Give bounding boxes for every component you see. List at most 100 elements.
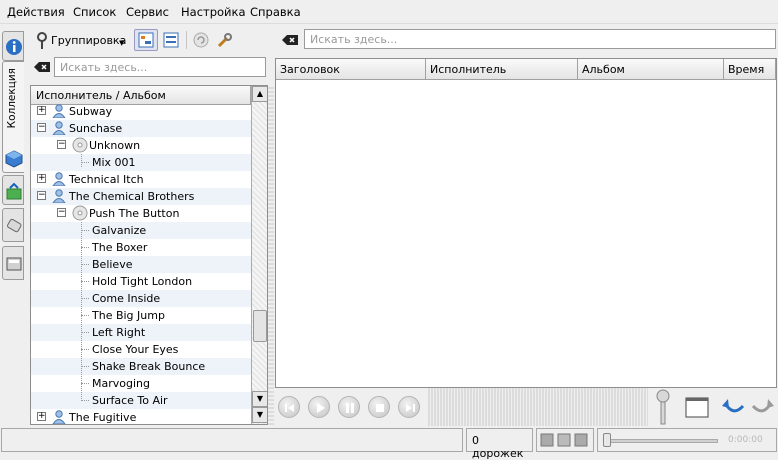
- clear-playlist-search-icon[interactable]: [281, 33, 299, 47]
- tab-files[interactable]: [2, 246, 24, 280]
- tree-row[interactable]: Close Your Eyes: [31, 341, 251, 358]
- panel-splitter[interactable]: [268, 85, 274, 425]
- tree-row[interactable]: Come Inside: [31, 290, 251, 307]
- menu-actions[interactable]: Действия: [7, 5, 65, 19]
- track-label: Close Your Eyes: [92, 343, 179, 356]
- tree-row[interactable]: The Big Jump: [31, 307, 251, 324]
- grouping-label: Группировка: [51, 34, 127, 47]
- column-artist-label: Исполнитель: [430, 63, 507, 76]
- column-album[interactable]: Альбом: [578, 59, 724, 80]
- chevron-down-icon: ▼: [119, 39, 125, 47]
- tree-row[interactable]: Galvanize: [31, 222, 251, 239]
- tree-row[interactable]: The Boxer: [31, 239, 251, 256]
- track-label: Left Right: [92, 326, 146, 339]
- volume-icon[interactable]: [655, 389, 671, 425]
- menu-playlist[interactable]: Список: [73, 5, 116, 19]
- collection-tree[interactable]: Исполнитель / Альбом + Subway − Sunchase − Un…: [30, 85, 268, 425]
- tree-scrollbar[interactable]: ▲ ▼ ▼: [251, 86, 267, 424]
- tree-view-button[interactable]: [134, 29, 158, 51]
- tree-connector: [81, 315, 89, 316]
- tree-guide-line: [81, 154, 82, 167]
- tree-connector: [81, 247, 89, 248]
- pause-button[interactable]: [338, 396, 360, 418]
- tree-guide-line: [81, 222, 82, 401]
- tree-connector: [81, 332, 89, 333]
- expand-toggle[interactable]: +: [37, 412, 46, 421]
- next-button[interactable]: [398, 396, 420, 418]
- tree-row[interactable]: + Technical Itch: [31, 171, 251, 188]
- tree-view-icon: [138, 32, 154, 48]
- redo-icon[interactable]: [751, 397, 775, 419]
- expand-toggle[interactable]: −: [57, 208, 66, 217]
- tree-row[interactable]: Mix 001: [31, 154, 251, 171]
- artist-label: The Chemical Brothers: [69, 190, 195, 203]
- tree-row[interactable]: + Subway: [31, 103, 251, 120]
- playlist-search-placeholder: Искать здесь...: [310, 33, 398, 46]
- tab-context[interactable]: [2, 31, 24, 61]
- tree-row[interactable]: Surface To Air: [31, 392, 251, 409]
- play-button[interactable]: [308, 396, 330, 418]
- expand-toggle[interactable]: +: [37, 174, 46, 183]
- tree-header-label: Исполнитель / Альбом: [36, 89, 166, 102]
- flat-view-button[interactable]: [160, 29, 182, 51]
- expand-toggle[interactable]: −: [37, 191, 46, 200]
- tree-row[interactable]: − Unknown: [31, 137, 251, 154]
- artist-icon: [52, 121, 66, 135]
- mode-buttons: [536, 428, 594, 452]
- tab-collection[interactable]: Коллекция: [2, 61, 24, 173]
- scroll-up-arrow[interactable]: ▲: [252, 86, 267, 102]
- tree-row[interactable]: − Push The Button: [31, 205, 251, 222]
- tree-connector: [81, 349, 89, 350]
- artist-icon: [52, 104, 66, 118]
- repeat-random-icon[interactable]: [539, 430, 591, 450]
- menu-tools[interactable]: Сервис: [126, 5, 169, 19]
- tab-playlists[interactable]: [2, 175, 24, 205]
- collection-search-input[interactable]: Искать здесь...: [54, 57, 266, 77]
- tree-row[interactable]: Marvoging: [31, 375, 251, 392]
- column-length[interactable]: Время: [724, 59, 776, 80]
- artist-icon: [52, 410, 66, 424]
- grouping-button[interactable]: Группировка ▼: [33, 30, 128, 52]
- tree-row[interactable]: Shake Break Bounce: [31, 358, 251, 375]
- configure-button[interactable]: [214, 29, 236, 51]
- menu-settings[interactable]: Настройка: [181, 5, 246, 19]
- sidebar-tabs: Коллекция: [0, 28, 26, 280]
- playlists-icon: [6, 182, 22, 200]
- tree-row[interactable]: − Sunchase: [31, 120, 251, 137]
- analyzer[interactable]: [428, 388, 648, 426]
- tree-connector: [81, 366, 89, 367]
- expand-toggle[interactable]: −: [57, 140, 66, 149]
- track-label: Hold Tight London: [92, 275, 193, 288]
- playlist-search-input[interactable]: Искать здесь...: [304, 29, 776, 49]
- tab-media-device[interactable]: [2, 208, 24, 242]
- scroll-down-arrow[interactable]: ▼: [252, 391, 267, 407]
- stop-button[interactable]: [368, 396, 390, 418]
- tree-row[interactable]: + The Fugitive: [31, 409, 251, 424]
- window-icon[interactable]: [685, 397, 709, 419]
- undo-icon[interactable]: [721, 397, 745, 419]
- previous-icon: [285, 404, 294, 412]
- expand-toggle[interactable]: +: [37, 106, 46, 115]
- play-icon: [317, 403, 325, 413]
- seek-slider[interactable]: [608, 439, 718, 443]
- menu-help[interactable]: Справка: [250, 5, 301, 19]
- previous-button[interactable]: [278, 396, 300, 418]
- playlist-view[interactable]: Заголовок Исполнитель Альбом Время: [275, 58, 777, 388]
- expand-toggle[interactable]: −: [37, 123, 46, 132]
- scan-button[interactable]: [191, 29, 211, 51]
- scroll-thumb[interactable]: [253, 310, 267, 342]
- album-cd-icon: [72, 137, 88, 153]
- seek-handle[interactable]: [603, 433, 611, 447]
- tree-row[interactable]: Left Right: [31, 324, 251, 341]
- status-bar: 0 дорожек 0:00:00: [0, 428, 778, 460]
- seek-area: 0:00:00: [597, 428, 777, 452]
- tree-row[interactable]: − The Chemical Brothers: [31, 188, 251, 205]
- column-artist[interactable]: Исполнитель: [426, 59, 578, 80]
- clear-search-icon[interactable]: [33, 60, 51, 74]
- tree-row[interactable]: Hold Tight London: [31, 273, 251, 290]
- column-title[interactable]: Заголовок: [276, 59, 426, 80]
- tree-row[interactable]: Believe: [31, 256, 251, 273]
- tab-collection-label: Коллекция: [6, 68, 18, 129]
- track-count-box: 0 дорожек: [466, 428, 533, 460]
- scroll-down-arrow-2[interactable]: ▼: [252, 407, 267, 423]
